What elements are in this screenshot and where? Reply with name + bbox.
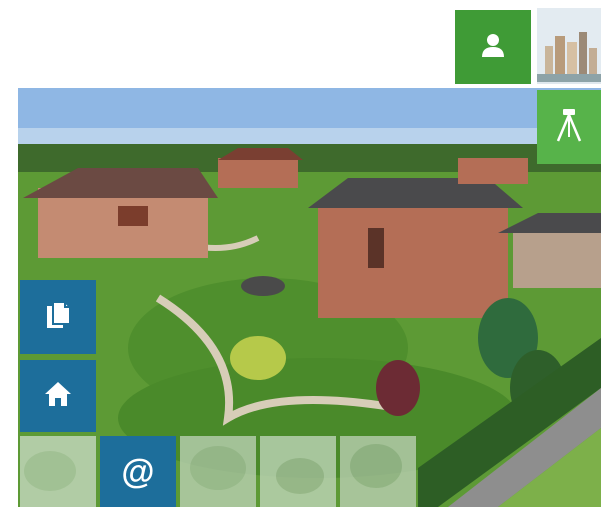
at-icon: @	[121, 452, 155, 491]
foliage-thumbnail	[20, 436, 96, 507]
faded-tile-2[interactable]	[180, 436, 256, 507]
faded-tile-4[interactable]	[340, 436, 416, 507]
home-icon	[44, 381, 72, 412]
documents-tile[interactable]	[20, 280, 96, 354]
foliage-thumbnail	[260, 436, 336, 507]
email-tile[interactable]: @	[100, 436, 176, 507]
survey-tile[interactable]	[537, 90, 601, 164]
cityscape-thumbnail	[537, 7, 601, 87]
documents-icon	[45, 300, 71, 335]
home-tile[interactable]	[20, 360, 96, 432]
foliage-thumbnail	[340, 436, 416, 507]
profile-tile[interactable]	[455, 10, 531, 84]
faded-tile-1[interactable]	[20, 436, 96, 507]
faded-tile-3[interactable]	[260, 436, 336, 507]
tripod-icon	[554, 107, 584, 148]
foliage-thumbnail	[180, 436, 256, 507]
cityscape-tile[interactable]	[537, 7, 601, 87]
user-icon	[480, 32, 506, 63]
